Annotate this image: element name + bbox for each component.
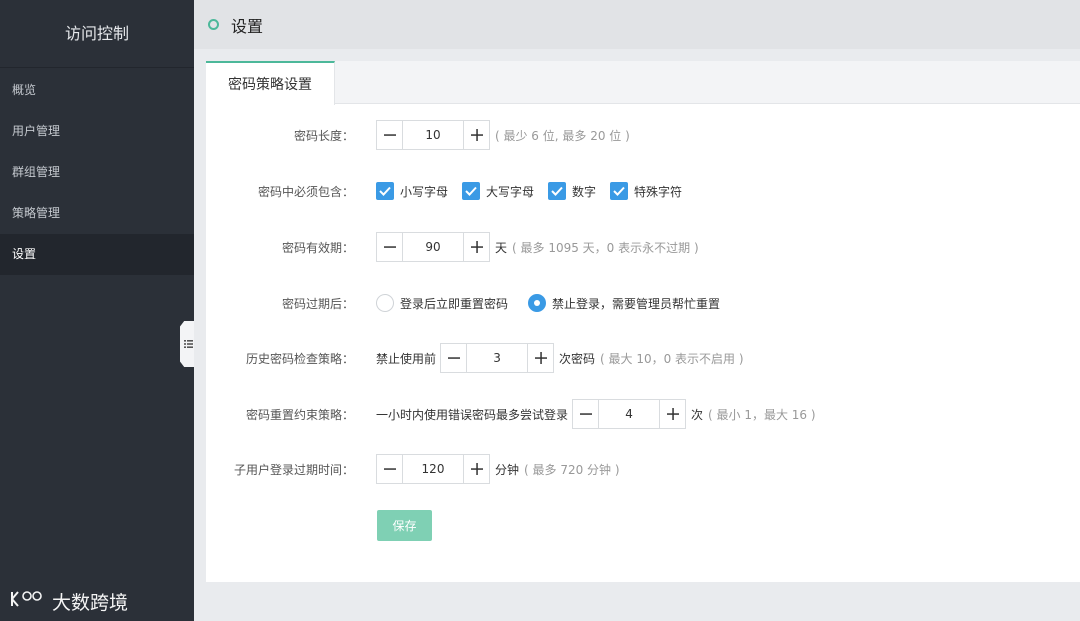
password-history-stepper: 3 xyxy=(440,343,555,373)
session-expiry-label: 子用户登录过期时间： xyxy=(233,462,354,477)
checkbox-special-label: 特殊字符 xyxy=(634,184,683,199)
session-expiry-decrement-button[interactable] xyxy=(377,455,402,483)
header-circle-icon xyxy=(208,19,219,30)
plus-icon xyxy=(470,241,483,253)
session-expiry-increment-button[interactable] xyxy=(464,455,489,483)
page-title: 设置 xyxy=(231,16,264,36)
password-length-stepper: 10 xyxy=(376,120,490,150)
checkbox-uppercase-label: 大写字母 xyxy=(486,184,535,199)
watermark-text: 大数跨境 xyxy=(52,592,129,614)
password-validity-unit: 天 xyxy=(495,240,508,255)
session-expiry-unit: 分钟 xyxy=(495,462,520,477)
sidebar-item-policies[interactable]: 策略管理 xyxy=(0,193,194,234)
password-contains-row: 密码中必须包含： 小写字母 大写字母 数字 特殊字符 xyxy=(206,176,1080,206)
sidebar-nav: 概览 用户管理 群组管理 策略管理 设置 xyxy=(0,68,194,275)
radio-reset-after-login[interactable]: 登录后立即重置密码 xyxy=(376,294,508,312)
password-retry-label: 密码重置约束策略： xyxy=(245,407,354,422)
minus-icon xyxy=(383,246,396,248)
password-retry-input[interactable]: 4 xyxy=(598,400,661,428)
password-retry-unit: 次 xyxy=(691,407,704,422)
checkbox-special[interactable]: 特殊字符 xyxy=(610,182,682,200)
password-retry-stepper: 4 xyxy=(572,399,687,429)
password-length-label: 密码长度： xyxy=(293,128,354,143)
checkbox-uppercase[interactable]: 大写字母 xyxy=(462,182,534,200)
watermark: 大数跨境 xyxy=(8,588,128,615)
checkbox-uppercase-box[interactable] xyxy=(462,182,481,200)
tab-bar: 密码策略设置 xyxy=(206,61,1080,105)
password-history-unit: 次密码 xyxy=(559,351,596,366)
sidebar-item-settings[interactable]: 设置 xyxy=(0,234,194,275)
checkbox-digits[interactable]: 数字 xyxy=(548,182,596,200)
password-retry-prefix: 一小时内使用错误密码最多尝试登录 xyxy=(376,407,569,422)
checkbox-digits-box[interactable] xyxy=(548,182,567,200)
sidebar-item-users[interactable]: 用户管理 xyxy=(0,111,194,152)
password-history-decrement-button[interactable] xyxy=(441,344,466,372)
check-icon xyxy=(379,186,391,196)
password-validity-hint: ( 最多 1095 天，0 表示永不过期 ) xyxy=(512,240,699,255)
password-history-row: 历史密码检查策略： 禁止使用前 3 次密码 ( 最大 10，0 表示不启用 ) xyxy=(206,343,1080,373)
password-length-decrement-button[interactable] xyxy=(377,121,402,149)
minus-icon xyxy=(579,413,592,415)
password-contains-label: 密码中必须包含： xyxy=(257,184,354,199)
password-validity-row: 密码有效期： 90 天 ( 最多 1095 天，0 表示永不过期 ) xyxy=(206,232,1080,262)
password-length-row: 密码长度： 10 ( 最少 6 位, 最多 20 位 ) xyxy=(206,120,1080,150)
minus-icon xyxy=(383,134,396,136)
minus-icon xyxy=(383,468,396,470)
menu-icon xyxy=(184,340,193,348)
plus-icon xyxy=(666,408,679,420)
password-retry-row: 密码重置约束策略： 一小时内使用错误密码最多尝试登录 4 次 ( 最小 1，最大… xyxy=(206,399,1080,429)
tab-password-policy[interactable]: 密码策略设置 xyxy=(206,61,335,105)
plus-icon xyxy=(470,463,483,475)
password-history-prefix: 禁止使用前 xyxy=(376,351,437,366)
plus-icon xyxy=(534,352,547,364)
radio-block-login-circle[interactable] xyxy=(528,294,547,312)
checkbox-digits-label: 数字 xyxy=(572,184,597,199)
password-length-input[interactable]: 10 xyxy=(402,121,464,149)
sidebar: 访问控制 概览 用户管理 群组管理 策略管理 设置 大数跨境 xyxy=(0,0,194,621)
settings-card: 密码策略设置 密码长度： 10 ( 最少 6 位, 最多 20 位 ) 密码中必… xyxy=(206,61,1080,582)
minus-icon xyxy=(447,357,460,359)
watermark-logo-icon xyxy=(8,588,48,615)
plus-icon xyxy=(470,129,483,141)
checkbox-lowercase[interactable]: 小写字母 xyxy=(376,182,448,200)
password-length-increment-button[interactable] xyxy=(464,121,489,149)
save-button[interactable]: 保存 xyxy=(377,510,432,541)
checkbox-lowercase-label: 小写字母 xyxy=(400,184,449,199)
password-expiry-row: 密码过期后： 登录后立即重置密码 禁止登录，需要管理员帮忙重置 xyxy=(206,288,1080,318)
password-history-hint: ( 最大 10，0 表示不启用 ) xyxy=(600,351,744,366)
checkbox-lowercase-box[interactable] xyxy=(376,182,394,200)
sidebar-title: 访问控制 xyxy=(0,0,194,68)
check-icon xyxy=(613,186,625,196)
password-validity-increment-button[interactable] xyxy=(464,233,489,261)
check-icon xyxy=(551,186,563,196)
password-validity-input[interactable]: 90 xyxy=(402,233,464,261)
sidebar-collapse-handle[interactable] xyxy=(180,321,194,367)
password-retry-hint: ( 最小 1，最大 16 ) xyxy=(708,407,816,422)
radio-block-login-label: 禁止登录，需要管理员帮忙重置 xyxy=(552,296,721,311)
page-header: 设置 xyxy=(194,0,1080,49)
password-retry-decrement-button[interactable] xyxy=(573,400,598,428)
session-expiry-stepper: 120 xyxy=(376,454,490,484)
password-history-input[interactable]: 3 xyxy=(466,344,529,372)
session-expiry-input[interactable]: 120 xyxy=(402,455,464,483)
password-validity-stepper: 90 xyxy=(376,232,490,262)
password-length-hint: ( 最少 6 位, 最多 20 位 ) xyxy=(495,128,630,143)
password-history-increment-button[interactable] xyxy=(528,344,553,372)
radio-reset-after-login-circle[interactable] xyxy=(376,294,394,312)
sidebar-item-groups[interactable]: 群组管理 xyxy=(0,152,194,193)
session-expiry-row: 子用户登录过期时间： 120 分钟 ( 最多 720 分钟 ) xyxy=(206,454,1080,484)
password-validity-decrement-button[interactable] xyxy=(377,233,402,261)
radio-block-login[interactable]: 禁止登录，需要管理员帮忙重置 xyxy=(528,294,720,312)
radio-reset-after-login-label: 登录后立即重置密码 xyxy=(400,296,509,311)
sidebar-item-overview[interactable]: 概览 xyxy=(0,70,194,111)
password-retry-increment-button[interactable] xyxy=(660,400,685,428)
checkbox-special-box[interactable] xyxy=(610,182,629,200)
password-validity-label: 密码有效期： xyxy=(281,240,354,255)
session-expiry-hint: ( 最多 720 分钟 ) xyxy=(524,462,620,477)
check-icon xyxy=(465,186,477,196)
password-history-label: 历史密码检查策略： xyxy=(245,351,354,366)
password-expiry-label: 密码过期后： xyxy=(281,296,354,311)
